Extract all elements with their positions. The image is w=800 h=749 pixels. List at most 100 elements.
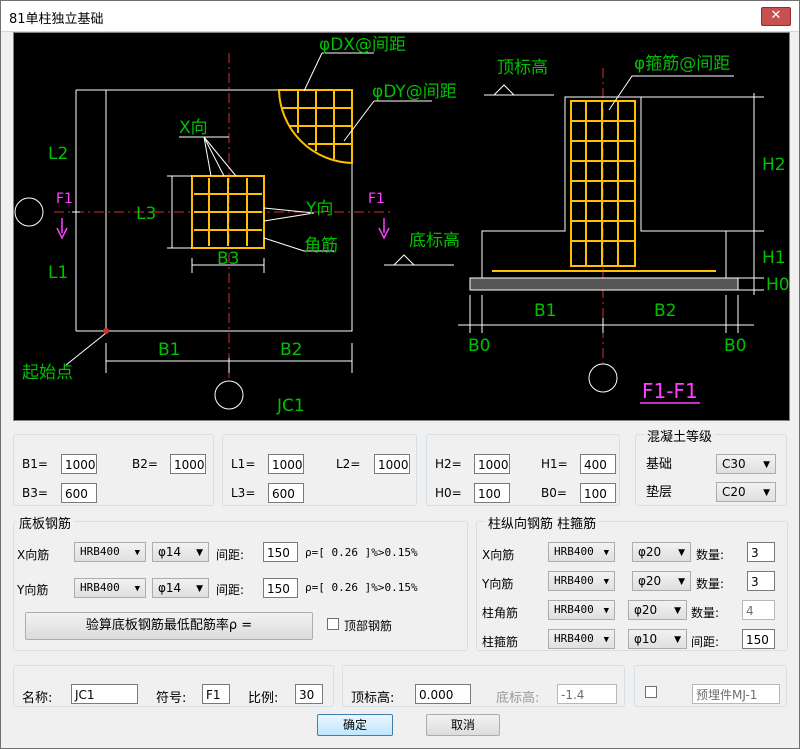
plan-label-corner: 角筋 xyxy=(304,236,338,256)
column-stirrup-dia-select[interactable]: φ10 ▼ xyxy=(628,629,687,649)
column-y-count-label: 数量: xyxy=(696,577,725,591)
slab-y-spacing-input[interactable]: 150 xyxy=(263,578,298,598)
group-concrete: 混凝土等级 基础 C30 ▼ 垫层 C20 ▼ xyxy=(635,426,787,506)
section-label-bottom-elev: 底标高 xyxy=(409,231,460,251)
label-H0: H0= xyxy=(435,486,462,500)
input-H0[interactable]: 100 xyxy=(474,483,510,503)
section-label-B2: B2 xyxy=(654,301,676,321)
column-stirrup-spacing-label: 间距: xyxy=(691,635,720,649)
group-elevations: 顶标高: 0.000 底标高: -1.4 xyxy=(342,665,625,707)
top-elev-input[interactable]: 0.000 xyxy=(415,684,471,704)
section-view: 顶标高 φ箍筋@间距 底标高 H2 H1 H0 B1 B2 B0 B0 F1-F… xyxy=(384,54,789,404)
column-stirrup-grade-select[interactable]: HRB400 ▼ xyxy=(548,629,615,649)
group-slab-rebar: 底板钢筋 X向筋 HRB400 ▼ φ14 ▼ 间距: 150 ρ=[ 0.26 ]… xyxy=(13,513,468,651)
slab-y-grade-select[interactable]: HRB400 ▼ xyxy=(74,578,146,598)
column-x-label: X向筋 xyxy=(482,548,515,562)
section-label-B0-left: B0 xyxy=(468,336,490,356)
column-x-count-input[interactable]: 3 xyxy=(747,542,775,562)
column-corner-count-label: 数量: xyxy=(691,606,720,620)
group-embed: 预埋件MJ-1 xyxy=(634,665,787,707)
column-stirrup-dia-value: φ10 xyxy=(634,632,658,646)
slab-x-spacing-input[interactable]: 150 xyxy=(263,542,298,562)
plan-label-f1-right: F1 xyxy=(368,191,385,207)
scale-input[interactable]: 30 xyxy=(295,684,323,704)
column-y-grade-select[interactable]: HRB400 ▼ xyxy=(548,571,615,591)
group-h-dims: H2= 1000 H1= 400 H0= 100 B0= 100 xyxy=(426,434,620,506)
top-rebar-checkbox[interactable] xyxy=(327,618,339,630)
plan-view: L2 L1 L3 B3 B1 B2 φDX@间距 φDY@间距 X向 Y向 角筋… xyxy=(14,35,457,416)
scale-label: 比例: xyxy=(248,691,279,706)
group-column-rebar: 柱纵向钢筋 柱箍筋 X向筋 HRB400 ▼ φ20 ▼ 数量: 3 Y向筋 HRB… xyxy=(476,513,788,651)
section-outline xyxy=(481,96,727,279)
input-B3[interactable]: 600 xyxy=(61,483,97,503)
concrete-pad-label: 垫层 xyxy=(646,485,673,500)
column-stirrup-spacing-input[interactable]: 150 xyxy=(742,629,775,649)
concrete-base-select[interactable]: C30 ▼ xyxy=(716,454,776,474)
foundation-drawing: .w{stroke:#fff;fill:none;stroke-width:1;… xyxy=(14,35,789,416)
name-input[interactable]: JC1 xyxy=(71,684,138,704)
slab-x-grade-select[interactable]: HRB400 ▼ xyxy=(74,542,146,562)
bottom-elev-label: 底标高: xyxy=(496,691,540,706)
drawing-canvas: .w{stroke:#fff;fill:none;stroke-width:1;… xyxy=(13,32,790,421)
symbol-input[interactable]: F1 xyxy=(202,684,230,704)
embed-checkbox[interactable] xyxy=(645,686,657,698)
column-x-grade-select[interactable]: HRB400 ▼ xyxy=(548,542,615,562)
concrete-pad-select[interactable]: C20 ▼ xyxy=(716,482,776,502)
slab-x-dia-select[interactable]: φ14 ▼ xyxy=(152,542,209,562)
chevron-down-icon: ▼ xyxy=(603,635,609,645)
plan-label-L2: L2 xyxy=(48,144,68,164)
label-L3: L3= xyxy=(231,486,256,500)
plan-label-phi-dy: φDY@间距 xyxy=(372,82,457,102)
slab-y-label: Y向筋 xyxy=(17,583,49,597)
slab-y-dia-value: φ14 xyxy=(158,581,182,595)
column-y-count-input[interactable]: 3 xyxy=(747,571,775,591)
slab-x-grade-value: HRB400 xyxy=(80,545,120,558)
chevron-down-icon: ▼ xyxy=(134,548,140,558)
top-rebar-label: 顶部钢筋 xyxy=(344,619,393,633)
input-L1[interactable]: 1000 xyxy=(268,454,304,474)
check-min-ratio-button[interactable]: 验算底板钢筋最低配筋率ρ = xyxy=(25,612,313,640)
input-B2[interactable]: 1000 xyxy=(170,454,206,474)
chevron-down-icon: ▼ xyxy=(678,577,685,587)
embed-input: 预埋件MJ-1 xyxy=(692,684,780,704)
input-B0[interactable]: 100 xyxy=(580,483,616,503)
input-H2[interactable]: 1000 xyxy=(474,454,510,474)
plan-axis-circle-left xyxy=(14,197,44,227)
slab-y-dia-select[interactable]: φ14 ▼ xyxy=(152,578,209,598)
ok-button[interactable]: 确定 xyxy=(317,714,393,736)
cancel-button[interactable]: 取消 xyxy=(426,714,500,736)
chevron-down-icon: ▼ xyxy=(763,488,770,498)
column-stirrup-label: 柱箍筋 xyxy=(482,635,519,649)
input-H1[interactable]: 400 xyxy=(580,454,616,474)
input-L2[interactable]: 1000 xyxy=(374,454,410,474)
label-B3: B3= xyxy=(22,486,48,500)
title-bar: 81单柱独立基础 ✕ xyxy=(1,1,799,32)
chevron-down-icon: ▼ xyxy=(196,584,203,594)
chevron-down-icon: ▼ xyxy=(678,548,685,558)
label-H1: H1= xyxy=(541,457,568,471)
chevron-down-icon: ▼ xyxy=(674,635,681,645)
plan-label-f1-left: F1 xyxy=(56,191,73,207)
plan-label-x-dir: X向 xyxy=(179,118,208,138)
column-rebar-title: 柱纵向钢筋 柱箍筋 xyxy=(485,513,600,532)
close-button[interactable]: ✕ xyxy=(761,7,791,26)
chevron-down-icon: ▼ xyxy=(763,460,770,470)
group-b-dims: B1= 1000 B2= 1000 B3= 600 xyxy=(13,434,214,506)
chevron-down-icon: ▼ xyxy=(603,548,609,558)
plan-label-L3: L3 xyxy=(136,204,156,224)
input-B1[interactable]: 1000 xyxy=(61,454,97,474)
column-y-label: Y向筋 xyxy=(482,577,514,591)
plan-label-name: JC1 xyxy=(276,396,305,416)
column-y-dia-select[interactable]: φ20 ▼ xyxy=(632,571,691,591)
section-label-H0: H0 xyxy=(766,275,789,295)
label-B1: B1= xyxy=(22,457,48,471)
label-B0: B0= xyxy=(541,486,567,500)
plan-label-start-point: 起始点 xyxy=(22,363,73,383)
column-x-dia-select[interactable]: φ20 ▼ xyxy=(632,542,691,562)
input-L3[interactable]: 600 xyxy=(268,483,304,503)
chevron-down-icon: ▼ xyxy=(603,606,609,616)
column-corner-grade-select[interactable]: HRB400 ▼ xyxy=(548,600,615,620)
section-label-H1: H1 xyxy=(762,248,786,268)
column-corner-dia-select[interactable]: φ20 ▼ xyxy=(628,600,687,620)
section-label-top-elev: 顶标高 xyxy=(497,58,548,78)
